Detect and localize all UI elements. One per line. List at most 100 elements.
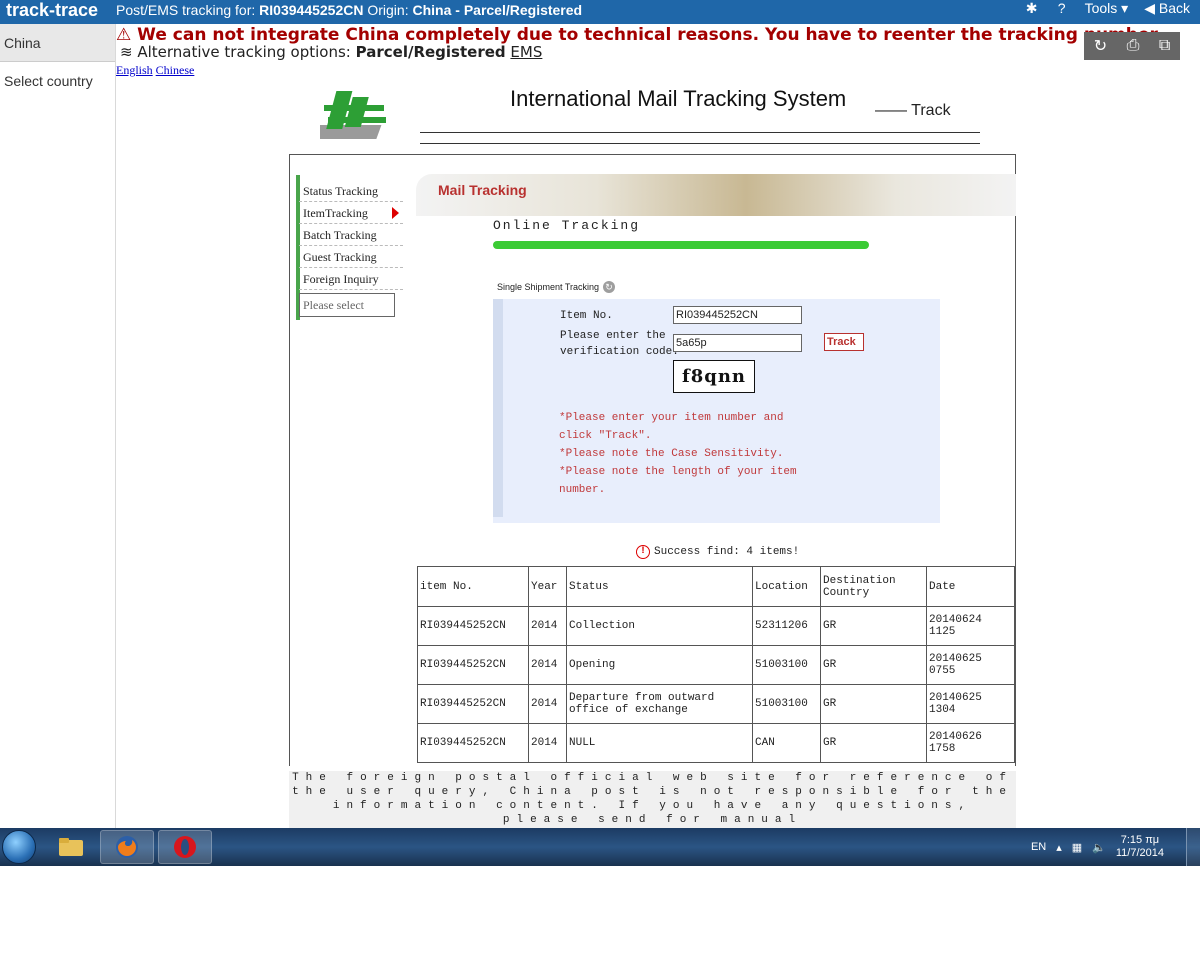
green-divider (493, 241, 869, 249)
chevron-up-icon[interactable]: ▴ (1056, 841, 1062, 854)
brand-logo[interactable]: track-trace (6, 0, 98, 20)
china-post-logo (320, 91, 386, 139)
note-line: *Please note the length of your item num… (559, 466, 797, 496)
windows-taskbar: EN ▴ ▦ 🔈 7:15 πμ 11/7/2014 (0, 828, 1200, 866)
top-bar: track-trace Post/EMS tracking for: RI039… (0, 0, 1200, 24)
start-button[interactable] (2, 830, 36, 864)
layers-icon: ≋ (120, 43, 133, 61)
single-shipment-text: Single Shipment Tracking (497, 282, 600, 292)
menu-item-foreign-inquiry[interactable]: Foreign Inquiry (299, 268, 403, 290)
cell-date: 20140625 1304 (926, 684, 1015, 724)
top-tools: ✱ ? Tools ▾ ◀ Back (1025, 0, 1190, 16)
alt-option-parcel[interactable]: Parcel/Registered (356, 43, 506, 61)
note-line: *Please enter your item number and click… (559, 412, 784, 442)
alert-banner: ⚠ We can not integrate China completely … (116, 25, 1162, 62)
alt-option-ems[interactable]: EMS (510, 43, 542, 61)
header-location: Location (752, 566, 821, 607)
opera-icon (174, 836, 196, 858)
system-header: International Mail Tracking System —— Tr… (320, 80, 980, 150)
right-tools: ↻ ⎙ ⧉ (1084, 32, 1180, 60)
menu-label: Guest Tracking (303, 250, 377, 264)
country-sidebar: China Select country (0, 24, 116, 828)
item-no-label: Item No. (560, 310, 613, 322)
cell-item-no: RI039445252CN (417, 723, 529, 763)
table-row: RI039445252CN 2014 Opening 51003100 GR 2… (417, 645, 1015, 685)
speaker-icon[interactable]: 🔈 (1092, 841, 1106, 854)
help-icon[interactable]: ? (1055, 0, 1069, 16)
firefox-taskbar-button[interactable] (100, 830, 154, 864)
cell-status: Collection (566, 606, 753, 646)
table-row: RI039445252CN 2014 Departure from outwar… (417, 684, 1015, 724)
header-status: Status (566, 566, 753, 607)
verification-code-input[interactable]: 5a65p (673, 334, 802, 352)
form-notes: *Please enter your item number and click… (559, 409, 799, 499)
captcha-image: f8qnn (673, 360, 755, 393)
show-desktop-button[interactable] (1186, 828, 1200, 866)
mail-tracking-title: Mail Tracking (438, 182, 527, 198)
menu-select-dropdown[interactable]: Please select (299, 293, 395, 317)
back-button[interactable]: ◀ Back (1144, 0, 1190, 16)
success-text: Success find: 4 items! (654, 546, 800, 558)
menu-label: Foreign Inquiry (303, 272, 379, 286)
table-row: RI039445252CN 2014 NULL CAN GR 20140626 … (417, 723, 1015, 763)
cell-date: 20140625 0755 (926, 645, 1015, 685)
sidebar-item-china[interactable]: China (0, 24, 115, 62)
cell-item-no: RI039445252CN (417, 684, 529, 724)
menu-item-item-tracking[interactable]: ItemTracking (299, 202, 403, 224)
explorer-taskbar-button[interactable] (44, 830, 98, 864)
opera-taskbar-button[interactable] (158, 830, 212, 864)
clock-time: 7:15 πμ (1120, 834, 1160, 846)
cell-destination: GR (820, 606, 927, 646)
header-destination: Destination Country (820, 566, 927, 607)
warning-icon: ⚠ (116, 25, 132, 45)
cell-status: Opening (566, 645, 753, 685)
gear-icon[interactable]: ✱ (1025, 0, 1039, 16)
back-arrow-icon: ◀ (1144, 0, 1155, 16)
table-row: RI039445252CN 2014 Collection 52311206 G… (417, 606, 1015, 646)
network-icon[interactable]: ▦ (1072, 841, 1082, 854)
alt-prefix: Alternative tracking options: (137, 43, 351, 61)
cell-destination: GR (820, 684, 927, 724)
cell-location: 51003100 (752, 684, 821, 724)
chinese-link[interactable]: Chinese (156, 63, 195, 77)
firefox-icon (116, 836, 138, 858)
tools-label: Tools (1084, 0, 1118, 16)
reload-icon[interactable]: ↻ (1094, 36, 1107, 56)
tracking-number: RI039445252CN (259, 2, 364, 18)
menu-label: Batch Tracking (303, 228, 377, 242)
cell-year: 2014 (528, 723, 567, 763)
cell-date: 20140624 1125 (926, 606, 1015, 646)
popout-icon[interactable]: ⧉ (1159, 37, 1170, 55)
success-message: ! Success find: 4 items! (636, 545, 799, 559)
cell-status: Departure from outward office of exchang… (566, 684, 753, 724)
cell-year: 2014 (528, 606, 567, 646)
language-indicator[interactable]: EN (1031, 841, 1046, 853)
language-links: English Chinese (116, 63, 194, 78)
cell-destination: GR (820, 723, 927, 763)
warning-text: We can not integrate China completely du… (137, 25, 1162, 45)
sidebar-item-select-country[interactable]: Select country (0, 62, 115, 100)
track-button[interactable]: Track (824, 333, 864, 351)
clock[interactable]: 7:15 πμ 11/7/2014 (1116, 834, 1164, 860)
header-item-no: item No. (417, 566, 529, 607)
mail-tracking-header: Mail Tracking (416, 174, 1016, 216)
print-icon[interactable]: ⎙ (1127, 37, 1140, 55)
english-link[interactable]: English (116, 63, 153, 77)
item-number-input[interactable]: RI039445252CN (673, 306, 802, 324)
menu-item-status-tracking[interactable]: Status Tracking (299, 180, 403, 202)
header-date: Date (926, 566, 1015, 607)
refresh-icon[interactable]: ↻ (603, 281, 616, 293)
menu-item-guest-tracking[interactable]: Guest Tracking (299, 246, 403, 268)
cell-status: NULL (566, 723, 753, 763)
tools-menu-button[interactable]: Tools ▾ (1085, 0, 1129, 16)
alert-circle-icon: ! (636, 545, 650, 559)
header-divider (420, 132, 980, 144)
cell-year: 2014 (528, 645, 567, 685)
verification-label: Please enter the verification code. (560, 330, 679, 358)
back-label: Back (1158, 0, 1190, 16)
table-header-row: item No. Year Status Location Destinatio… (417, 566, 1015, 607)
cell-item-no: RI039445252CN (417, 645, 529, 685)
clock-date: 11/7/2014 (1115, 847, 1164, 859)
cell-destination: GR (820, 645, 927, 685)
menu-item-batch-tracking[interactable]: Batch Tracking (299, 224, 403, 246)
